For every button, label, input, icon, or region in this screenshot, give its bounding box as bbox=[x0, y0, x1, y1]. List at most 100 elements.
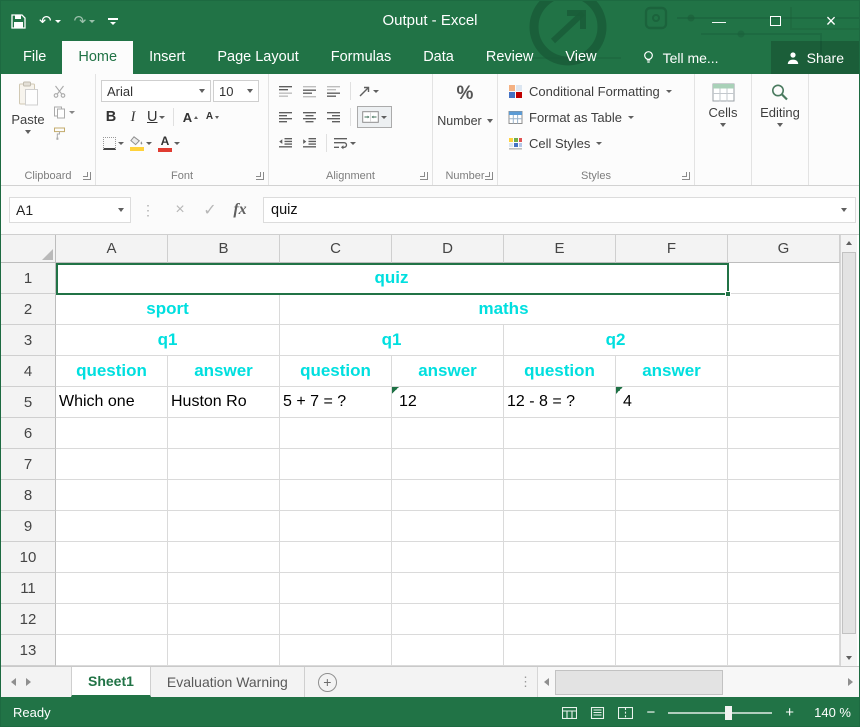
name-box[interactable]: A1 bbox=[9, 197, 131, 223]
dropdown-icon[interactable] bbox=[777, 123, 783, 127]
page-layout-view-button[interactable] bbox=[590, 707, 605, 719]
dropdown-icon[interactable] bbox=[174, 142, 180, 145]
zoom-slider-thumb[interactable] bbox=[725, 706, 732, 720]
zoom-in-button[interactable]: + bbox=[785, 704, 794, 721]
font-name-select[interactable]: Arial bbox=[101, 80, 211, 102]
dropdown-icon[interactable] bbox=[118, 208, 124, 212]
top-align-button[interactable] bbox=[274, 80, 296, 102]
redo-button[interactable]: ↷ bbox=[74, 12, 96, 30]
dropdown-icon[interactable] bbox=[146, 142, 152, 145]
dropdown-icon[interactable] bbox=[628, 116, 634, 119]
tab-home[interactable]: Home bbox=[62, 41, 133, 74]
new-sheet-button[interactable]: + bbox=[318, 673, 337, 692]
tab-page-layout[interactable]: Page Layout bbox=[201, 41, 314, 74]
increase-indent-button[interactable] bbox=[298, 132, 320, 154]
formula-bar-expand-button[interactable] bbox=[832, 197, 856, 223]
dropdown-icon[interactable] bbox=[247, 89, 253, 93]
formula-input[interactable]: quiz bbox=[263, 197, 832, 223]
row-header-3[interactable]: 3 bbox=[1, 325, 56, 356]
row-header-2[interactable]: 2 bbox=[1, 294, 56, 325]
cell-a1-merged[interactable]: quiz bbox=[56, 263, 728, 293]
grid-row-8[interactable] bbox=[56, 480, 840, 511]
grid-row-13[interactable] bbox=[56, 635, 840, 666]
italic-button[interactable]: I bbox=[123, 106, 143, 128]
alignment-dialog-launcher[interactable] bbox=[420, 172, 428, 180]
number-format-select[interactable]: Number bbox=[438, 114, 492, 128]
dropdown-icon[interactable] bbox=[373, 90, 379, 93]
sheet-tab-sheet1[interactable]: Sheet1 bbox=[71, 667, 151, 697]
row-header-8[interactable]: 8 bbox=[1, 480, 56, 511]
row-header-1[interactable]: 1 bbox=[1, 263, 56, 294]
column-header-A[interactable]: A bbox=[56, 235, 168, 263]
dropdown-icon[interactable] bbox=[55, 20, 61, 23]
row-header-11[interactable]: 11 bbox=[1, 573, 56, 604]
percent-style-button[interactable]: % bbox=[438, 83, 492, 105]
column-header-G[interactable]: G bbox=[728, 235, 840, 263]
undo-button[interactable]: ↶ bbox=[39, 12, 61, 30]
align-right-button[interactable] bbox=[322, 106, 344, 128]
cut-button[interactable] bbox=[53, 84, 75, 98]
insert-function-button[interactable]: fx bbox=[225, 201, 255, 219]
grid-row-6[interactable] bbox=[56, 418, 840, 449]
row-header-12[interactable]: 12 bbox=[1, 604, 56, 635]
customize-quick-access-button[interactable] bbox=[108, 18, 118, 25]
dropdown-icon[interactable] bbox=[25, 130, 31, 134]
cell-a5[interactable]: Which one bbox=[56, 387, 168, 417]
cell-b4[interactable]: answer bbox=[168, 356, 280, 386]
cell-d4[interactable]: answer bbox=[392, 356, 504, 386]
cancel-button[interactable]: × bbox=[165, 201, 195, 219]
cell-e4[interactable]: question bbox=[504, 356, 616, 386]
tab-data[interactable]: Data bbox=[407, 41, 470, 74]
decrease-indent-button[interactable] bbox=[274, 132, 296, 154]
dropdown-icon[interactable] bbox=[350, 142, 356, 145]
page-break-preview-button[interactable] bbox=[618, 707, 633, 719]
cell-f4[interactable]: answer bbox=[616, 356, 728, 386]
orientation-button[interactable] bbox=[357, 80, 379, 102]
wrap-text-button[interactable] bbox=[333, 132, 356, 154]
cell-a3-merged[interactable]: q1 bbox=[56, 325, 280, 355]
cell-g2[interactable] bbox=[728, 294, 840, 324]
vertical-scrollbar-thumb[interactable] bbox=[842, 252, 856, 634]
column-header-B[interactable]: B bbox=[168, 235, 280, 263]
cell-g5[interactable] bbox=[728, 387, 840, 417]
conditional-formatting-button[interactable]: Conditional Formatting bbox=[503, 78, 689, 104]
row-header-5[interactable]: 5 bbox=[1, 387, 56, 418]
cell-b5[interactable]: Huston Ro bbox=[168, 387, 280, 417]
tab-scrollbar-divider[interactable]: ⋮ bbox=[519, 674, 532, 690]
cell-styles-button[interactable]: Cell Styles bbox=[503, 130, 689, 156]
row-header-13[interactable]: 13 bbox=[1, 635, 56, 666]
font-color-button[interactable]: A bbox=[156, 132, 182, 154]
maximize-button[interactable] bbox=[747, 1, 803, 41]
minimize-button[interactable]: — bbox=[691, 1, 747, 41]
column-header-C[interactable]: C bbox=[280, 235, 392, 263]
dropdown-icon[interactable] bbox=[720, 123, 726, 127]
horizontal-scrollbar[interactable] bbox=[537, 667, 859, 697]
format-painter-button[interactable] bbox=[53, 126, 75, 140]
grid-row-10[interactable] bbox=[56, 542, 840, 573]
cell-c4[interactable]: question bbox=[280, 356, 392, 386]
bottom-align-button[interactable] bbox=[322, 80, 344, 102]
normal-view-button[interactable] bbox=[562, 707, 577, 719]
cell-g4[interactable] bbox=[728, 356, 840, 386]
grid-row-11[interactable] bbox=[56, 573, 840, 604]
dropdown-icon[interactable] bbox=[118, 142, 124, 145]
cell-d5[interactable]: 12 bbox=[392, 387, 504, 417]
column-header-F[interactable]: F bbox=[616, 235, 728, 263]
row-header-9[interactable]: 9 bbox=[1, 511, 56, 542]
font-dialog-launcher[interactable] bbox=[256, 172, 264, 180]
borders-button[interactable] bbox=[101, 132, 126, 154]
number-dialog-launcher[interactable] bbox=[485, 172, 493, 180]
copy-button[interactable] bbox=[53, 105, 75, 119]
vertical-scrollbar[interactable] bbox=[840, 235, 857, 666]
close-button[interactable]: × bbox=[803, 1, 859, 41]
horizontal-scrollbar-thumb[interactable] bbox=[555, 670, 723, 695]
format-as-table-button[interactable]: Format as Table bbox=[503, 104, 689, 130]
column-header-D[interactable]: D bbox=[392, 235, 504, 263]
sheet-nav-right-button[interactable] bbox=[26, 678, 31, 686]
clipboard-dialog-launcher[interactable] bbox=[83, 172, 91, 180]
editing-button[interactable]: Editing bbox=[757, 78, 803, 127]
sheet-tab-evaluation-warning[interactable]: Evaluation Warning bbox=[151, 667, 305, 697]
enter-button[interactable]: ✓ bbox=[195, 200, 225, 220]
row-header-4[interactable]: 4 bbox=[1, 356, 56, 387]
scroll-down-button[interactable] bbox=[841, 650, 857, 666]
